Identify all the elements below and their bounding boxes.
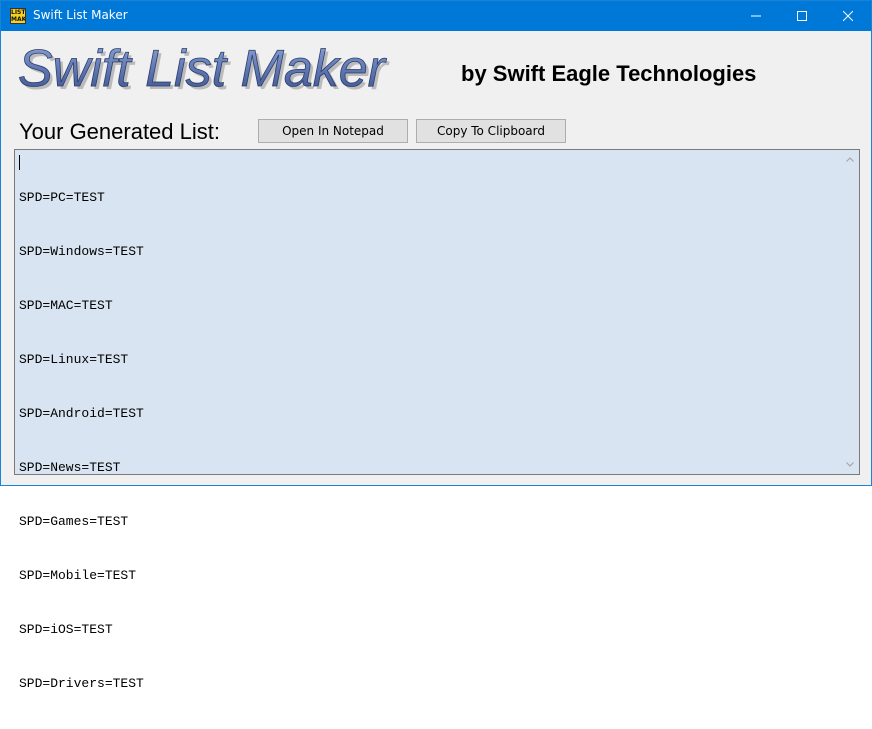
maximize-icon bbox=[797, 11, 807, 21]
byline-text: by Swift Eagle Technologies bbox=[461, 61, 757, 86]
app-window: LIST MAKER Swift List Maker Swift List M… bbox=[0, 0, 872, 691]
window-title: Swift List Maker bbox=[33, 8, 128, 22]
app-logo: Swift List Maker Swift List Maker bbox=[18, 40, 391, 101]
list-line: SPD=Android=TEST bbox=[19, 406, 144, 421]
generated-list-textarea[interactable]: SPD=PC=TEST SPD=Windows=TEST SPD=MAC=TES… bbox=[14, 149, 860, 691]
vertical-scrollbar[interactable] bbox=[842, 151, 858, 473]
open-in-notepad-button[interactable]: Open In Notepad bbox=[258, 119, 408, 143]
list-line: SPD=MAC=TEST bbox=[19, 298, 113, 313]
close-button[interactable] bbox=[825, 1, 871, 31]
app-icon-text: LIST MAKER bbox=[11, 9, 26, 23]
list-line: SPD=Mobile=TEST bbox=[19, 568, 137, 583]
list-line: SPD=PC=TEST bbox=[19, 190, 105, 205]
title-bar[interactable]: LIST MAKER Swift List Maker bbox=[1, 1, 871, 31]
chevron-down-icon bbox=[846, 462, 854, 467]
close-icon bbox=[843, 11, 853, 21]
copy-to-clipboard-button[interactable]: Copy To Clipboard bbox=[416, 119, 566, 143]
list-lines: SPD=PC=TEST SPD=Windows=TEST SPD=MAC=TES… bbox=[19, 153, 144, 729]
scroll-up-button[interactable] bbox=[842, 151, 858, 168]
minimize-icon bbox=[751, 15, 761, 17]
minimize-button[interactable] bbox=[733, 1, 779, 31]
generated-list-label: Your Generated List: bbox=[19, 119, 220, 144]
list-line: SPD=Windows=TEST bbox=[19, 244, 144, 259]
maximize-button[interactable] bbox=[779, 1, 825, 31]
list-line: SPD=iOS=TEST bbox=[19, 622, 113, 637]
app-icon: LIST MAKER bbox=[10, 8, 26, 24]
list-line: SPD=Games=TEST bbox=[19, 514, 129, 529]
list-line: SPD=Linux=TEST bbox=[19, 352, 129, 367]
scroll-down-button[interactable] bbox=[842, 456, 858, 473]
list-line: SPD=Drivers=TEST bbox=[19, 676, 144, 691]
list-line: SPD=News=TEST bbox=[19, 460, 121, 475]
chevron-up-icon bbox=[846, 157, 854, 162]
logo-text: Swift List Maker bbox=[18, 40, 388, 98]
